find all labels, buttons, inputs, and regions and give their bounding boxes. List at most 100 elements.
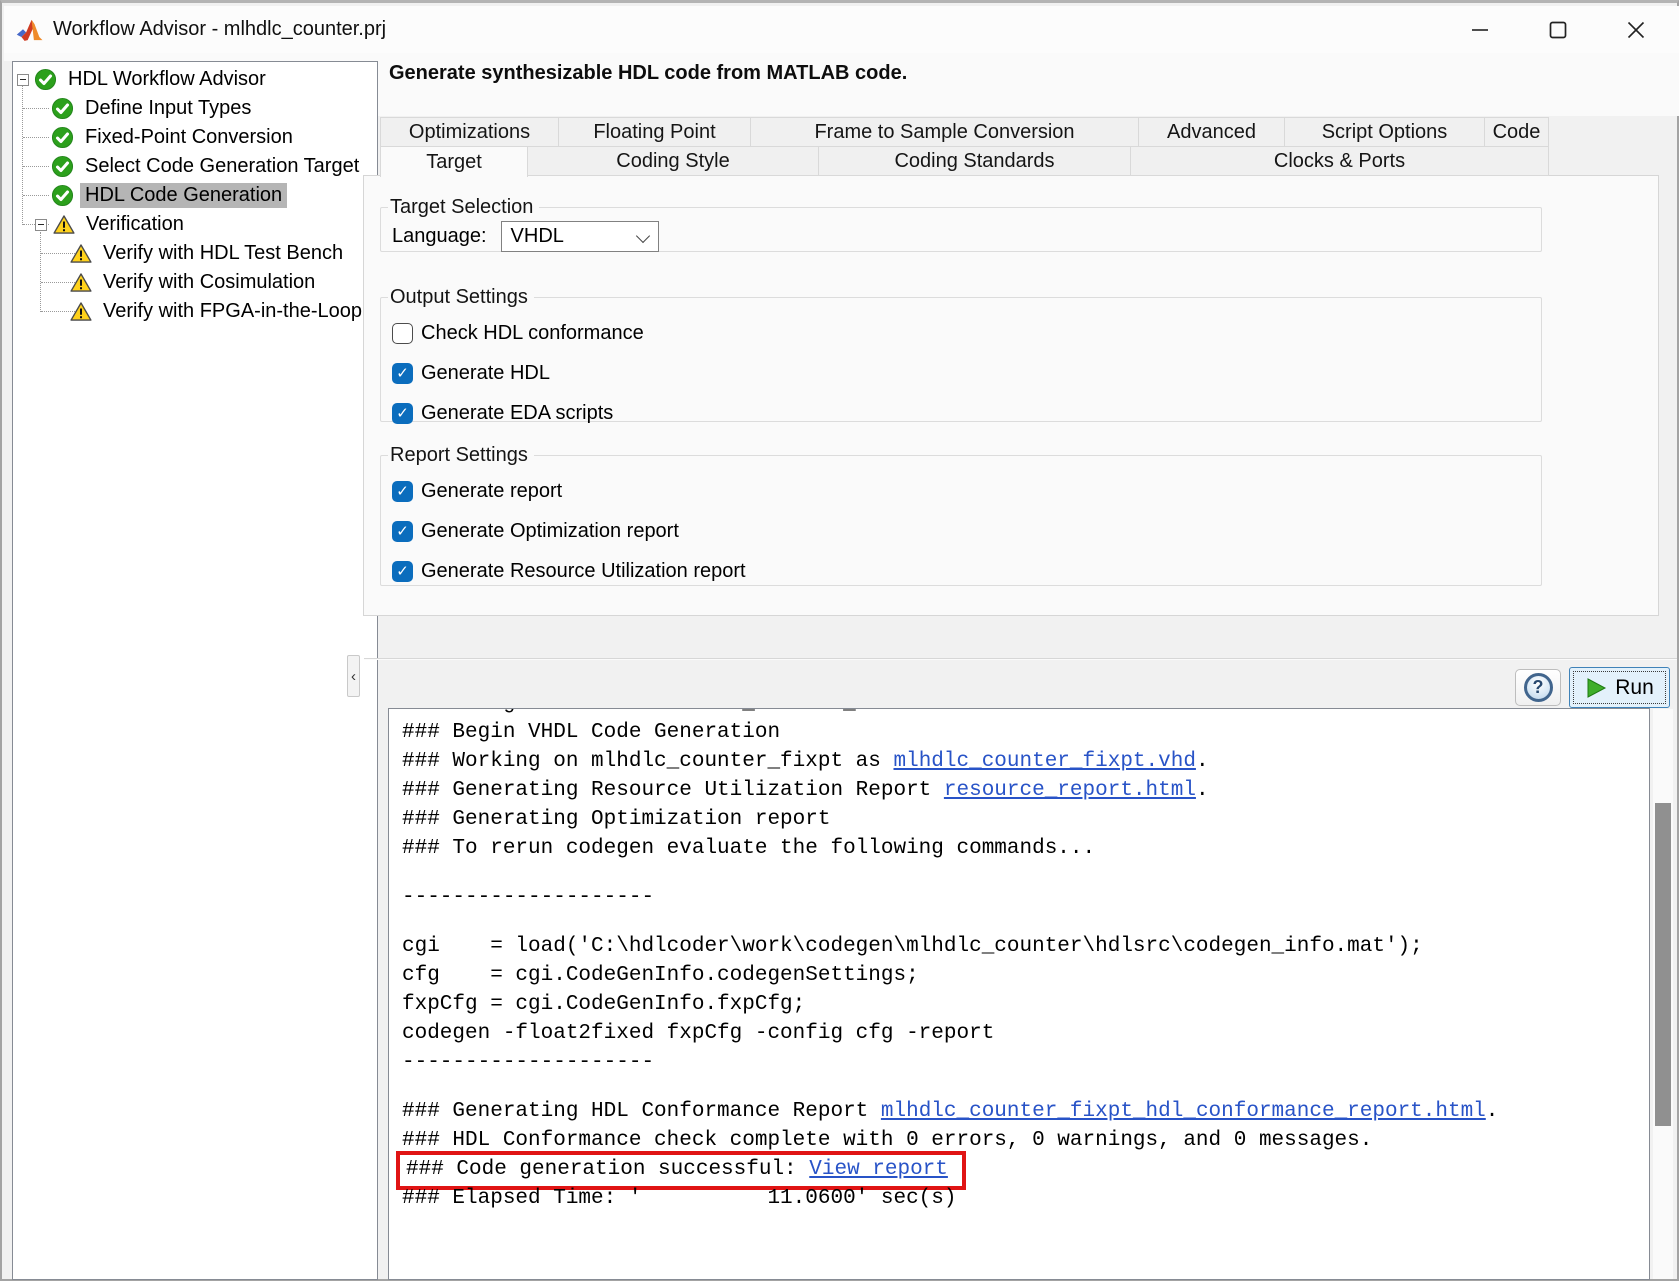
console-text-segment: . <box>1196 750 1209 773</box>
output-settings-legend: Output Settings <box>388 286 534 309</box>
tab-advanced[interactable]: Advanced <box>1138 117 1285 147</box>
tab-optimizations[interactable]: Optimizations <box>380 117 559 147</box>
tab-floating-point[interactable]: Floating Point <box>558 117 751 147</box>
console-line: fxpCfg = cgi.CodeGenInfo.fxpCfg; <box>402 990 1649 1019</box>
tree-item-hdl-workflow-advisor[interactable]: HDL Workflow Advisor <box>13 65 377 94</box>
tree-item-select-code-generation-target[interactable]: Select Code Generation Target <box>13 152 377 181</box>
tree-item-label: Verify with FPGA-in-the-Loop <box>98 299 367 324</box>
tab-target[interactable]: Target <box>380 146 528 177</box>
tab-code[interactable]: Code <box>1484 117 1549 147</box>
panel-collapse-handle[interactable]: ‹ <box>347 655 360 697</box>
tree-connector <box>40 232 41 312</box>
close-button[interactable] <box>1597 6 1675 53</box>
run-button-label: Run <box>1615 676 1654 700</box>
checkbox-checked-generate-report[interactable]: ✓ <box>392 481 413 502</box>
checkbox-row-generate-optimization-report: ✓ Generate Optimization report <box>392 520 1541 542</box>
tree-expander[interactable] <box>35 219 47 231</box>
console-link[interactable]: mlhdlc_counter_fixpt.vhd <box>893 750 1195 773</box>
console-line: ### Generating Resource Utilization Repo… <box>402 776 1649 805</box>
run-play-icon <box>1585 677 1607 699</box>
console-text-segment: ### Generating Optimization report <box>402 808 830 831</box>
help-button[interactable]: ? <box>1515 669 1561 706</box>
tab-strip-row-1: OptimizationsFloating PointFrame to Samp… <box>380 117 1549 147</box>
tree-connector <box>23 195 49 196</box>
checkbox-label: Generate Optimization report <box>421 520 679 543</box>
workflow-tree-panel: HDL Workflow AdvisorDefine Input TypesFi… <box>12 61 378 1280</box>
tree-item-fixed-point-conversion[interactable]: Fixed-Point Conversion <box>13 123 377 152</box>
tree-item-hdl-code-generation[interactable]: HDL Code Generation <box>13 181 377 210</box>
checkbox-checked-generate-optimization-report[interactable]: ✓ <box>392 521 413 542</box>
checkbox-row-generate-hdl: ✓ Generate HDL <box>392 362 1541 384</box>
tree-item-label: Verify with HDL Test Bench <box>98 241 348 266</box>
checkbox-label: Generate EDA scripts <box>421 402 613 425</box>
console-text-segment: fxpCfg = cgi.CodeGenInfo.fxpCfg; <box>402 993 805 1016</box>
checkbox-row-check-hdl-conformance: Check HDL conformance <box>392 322 1541 344</box>
window-controls <box>1441 6 1675 53</box>
console-text-segment: ### HDL Conformance check complete with … <box>402 1129 1372 1152</box>
tab-frame-to-sample-conversion[interactable]: Frame to Sample Conversion <box>750 117 1139 147</box>
console-text-segment: -------------------- <box>402 886 654 909</box>
report-settings-legend: Report Settings <box>388 444 534 467</box>
tab-strip-row-2: TargetCoding StyleCoding StandardsClocks… <box>380 146 1549 176</box>
tab-clocks-ports[interactable]: Clocks & Ports <box>1130 146 1549 176</box>
tree-item-label: Fixed-Point Conversion <box>80 125 298 150</box>
checkbox-label: Generate Resource Utilization report <box>421 560 746 583</box>
console-link[interactable]: View report <box>809 1158 948 1181</box>
checkbox-label: Generate HDL <box>421 362 550 385</box>
tree-item-label: HDL Workflow Advisor <box>63 67 271 92</box>
language-select[interactable]: VHDL <box>501 221 659 252</box>
console-text-segment: ### Generating Resource Utilization Repo… <box>402 779 944 802</box>
console-line <box>402 912 1649 932</box>
message-console: ### Using testbench: mlhdlc_counter_tb. #… <box>388 708 1650 1280</box>
console-text-segment: codegen -float2fixed fxpCfg -config cfg … <box>402 1022 994 1045</box>
title-bar: Workflow Advisor - mlhdlc_counter.prj <box>4 6 1679 53</box>
checkbox-label: Generate report <box>421 480 562 503</box>
tree-connector <box>22 84 23 225</box>
tree-item-verification[interactable]: Verification <box>13 210 377 239</box>
checkbox-row-generate-eda-scripts: ✓ Generate EDA scripts <box>392 402 1541 424</box>
run-button[interactable]: Run <box>1569 667 1670 708</box>
console-line: ### Using testbench: mlhdlc_counter_tb. <box>402 708 1649 718</box>
console-text-segment: ### Code generation successful: <box>406 1158 809 1181</box>
tab-script-options[interactable]: Script Options <box>1284 117 1485 147</box>
tree-expander[interactable] <box>17 74 29 86</box>
console-text-segment: ### Begin VHDL Code Generation <box>402 721 780 744</box>
language-label: Language: <box>392 225 487 248</box>
console-link[interactable]: resource_report.html <box>944 779 1196 802</box>
status-pass-icon <box>51 126 74 149</box>
status-pass-icon <box>51 155 74 178</box>
report-settings-group: Report Settings ✓ Generate report ✓ Generat… <box>380 444 1542 586</box>
status-warning-icon <box>69 271 92 294</box>
console-text-segment: ### Working on mlhdlc_counter_fixpt as <box>402 750 893 773</box>
tab-coding-standards[interactable]: Coding Standards <box>818 146 1131 176</box>
checkbox-checked-generate-eda-scripts[interactable]: ✓ <box>392 403 413 424</box>
console-line: -------------------- <box>402 883 1649 912</box>
status-warning-icon <box>69 242 92 265</box>
console-link[interactable]: mlhdlc_counter_fixpt_hdl_conformance_rep… <box>881 1100 1486 1123</box>
status-warning-icon <box>69 300 92 323</box>
status-pass-icon <box>34 68 57 91</box>
checkbox-checked-generate-hdl[interactable]: ✓ <box>392 363 413 384</box>
console-text-segment: ### To rerun codegen evaluate the follow… <box>402 837 1095 860</box>
console-line: ### Begin VHDL Code Generation <box>402 718 1649 747</box>
checkbox-row-generate-report: ✓ Generate report <box>392 480 1541 502</box>
console-line: ### Elapsed Time: ' 11.0600' sec(s) <box>402 1184 1649 1213</box>
tree-connector <box>23 166 49 167</box>
minimize-button[interactable] <box>1441 6 1519 53</box>
maximize-button[interactable] <box>1519 6 1597 53</box>
console-text-segment: ### Generating HDL Conformance Report <box>402 1100 881 1123</box>
tree-item-label: HDL Code Generation <box>80 183 287 208</box>
tab-coding-style[interactable]: Coding Style <box>527 146 819 176</box>
status-pass-icon <box>51 97 74 120</box>
tree-item-label: Select Code Generation Target <box>80 154 364 179</box>
help-question-icon: ? <box>1524 673 1553 702</box>
checkbox-checked-generate-resource-utilization-report[interactable]: ✓ <box>392 561 413 582</box>
vertical-scrollbar-thumb[interactable] <box>1655 803 1671 1126</box>
checkbox-unchecked-check-hdl-conformance[interactable] <box>392 323 413 344</box>
window-title: Workflow Advisor - mlhdlc_counter.prj <box>53 18 386 41</box>
tree-item-define-input-types[interactable]: Define Input Types <box>13 94 377 123</box>
target-selection-legend: Target Selection <box>388 196 539 219</box>
tree-connector <box>23 137 49 138</box>
workflow-advisor-window: Workflow Advisor - mlhdlc_counter.prj <box>0 0 1679 1281</box>
console-text-segment: cgi = load('C:\hdlcoder\work\codegen\mlh… <box>402 935 1423 958</box>
